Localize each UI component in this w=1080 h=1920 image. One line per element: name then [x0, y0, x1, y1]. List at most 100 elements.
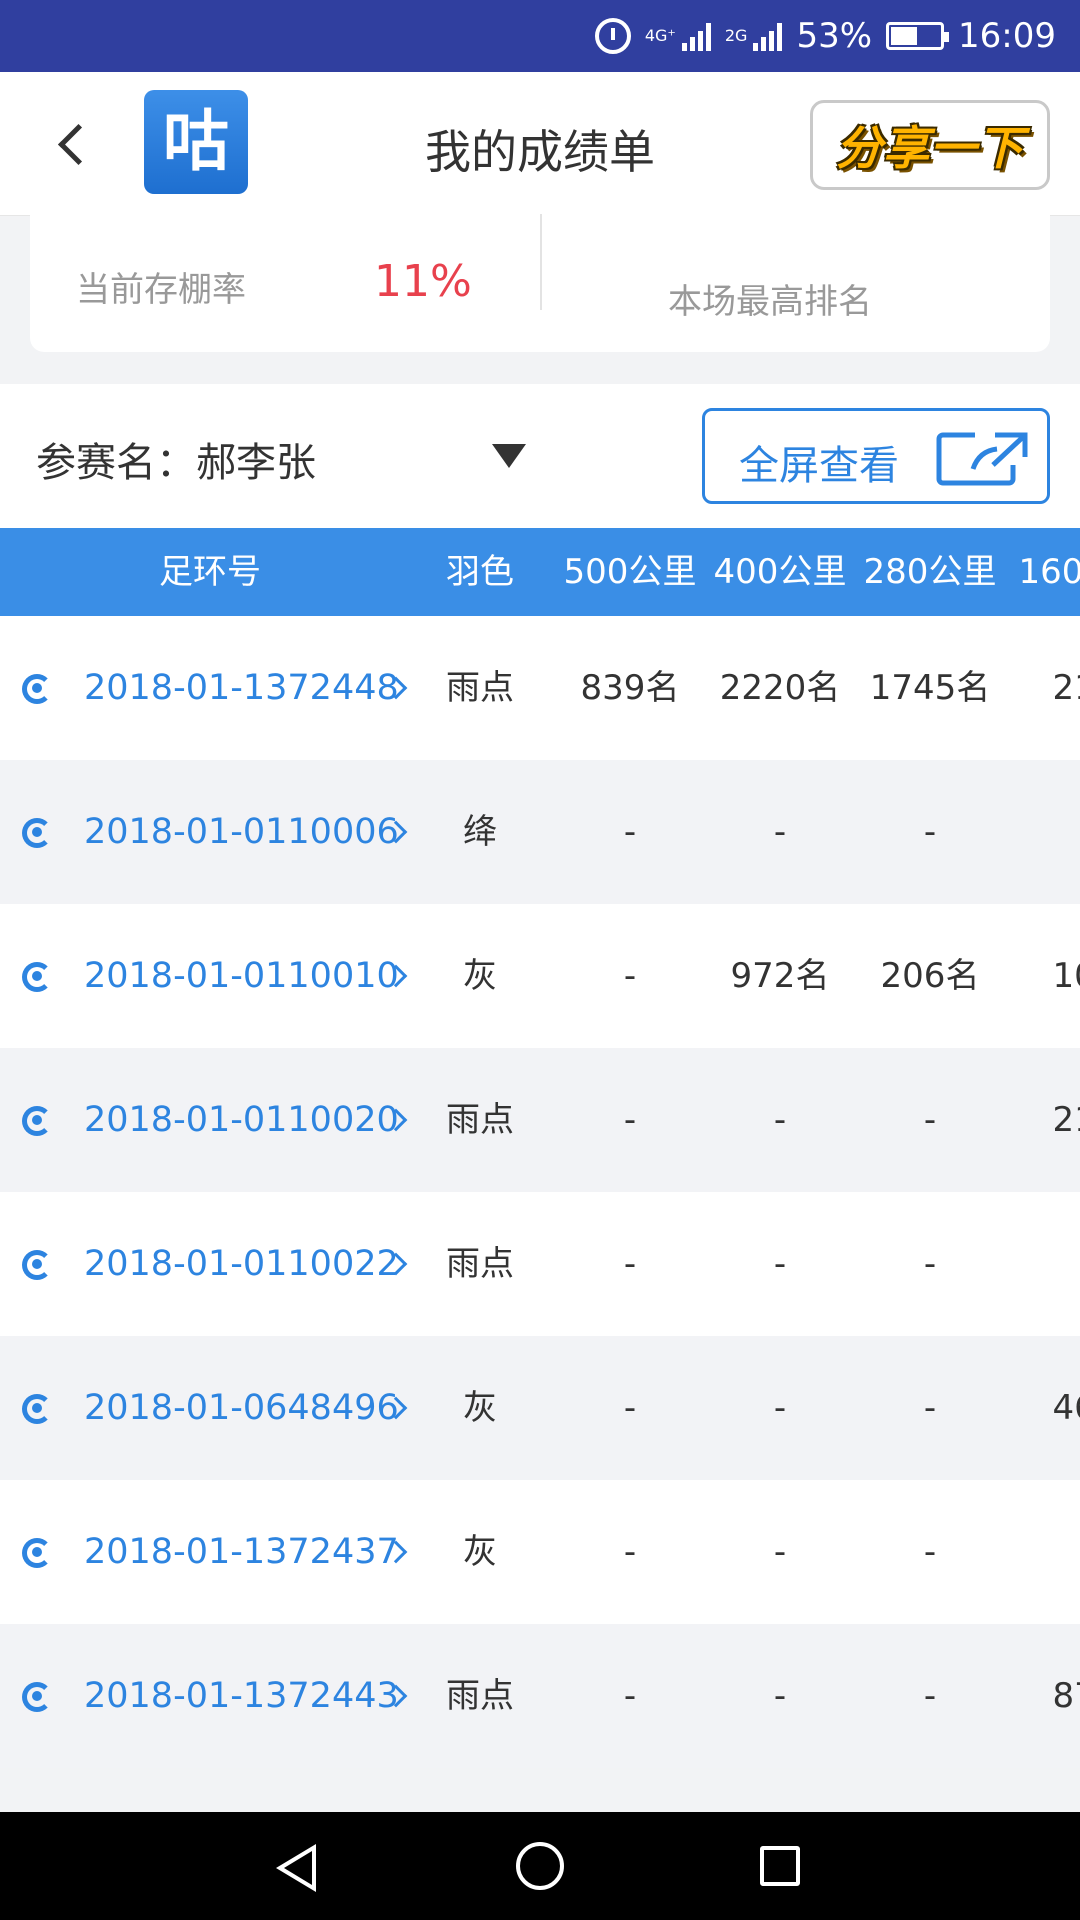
feather-color: 灰 — [463, 1532, 497, 1572]
col-280km[interactable]: 280公里 — [855, 528, 1005, 616]
table-header: 足环号 羽色 500公里 400公里 280公里 160公里 — [0, 528, 1080, 616]
stats-card: 当前存棚率 11% 本场最高排名 — [30, 200, 1050, 352]
system-nav-bar — [0, 1812, 1080, 1920]
fullscreen-button[interactable]: 全屏查看 — [702, 408, 1050, 504]
rank-500km: - — [623, 1676, 637, 1716]
rank-500km: - — [623, 1388, 637, 1428]
rank-400km: 972名 — [730, 956, 830, 996]
table-row[interactable]: 2018-01-0110006 绛 - - - - — [0, 760, 1080, 904]
rank-400km: - — [773, 812, 787, 852]
feather-color: 雨点 — [446, 668, 514, 708]
ring-number-link[interactable]: 2018-01-0648496 — [84, 1336, 399, 1480]
rank-500km: - — [623, 1244, 637, 1284]
rank-500km: - — [623, 1532, 637, 1572]
ring-number-link[interactable]: 2018-01-0110010 — [84, 904, 399, 1048]
app-screen: 4G⁺ 2G 53% 16:09 咕 我的成绩单 分享一下 当前存棚率 11% … — [0, 0, 1080, 1920]
stock-rate-label: 当前存棚率 — [76, 270, 246, 310]
ring-number-link[interactable]: 2018-01-0110020 — [84, 1048, 399, 1192]
dropdown-arrow-icon[interactable] — [492, 444, 526, 468]
signal-icon — [681, 21, 711, 51]
ring-icon — [22, 674, 52, 704]
signal-icon-2 — [753, 21, 783, 51]
ring-number-link[interactable]: 2018-01-1372443 — [84, 1624, 399, 1768]
rank-280km: 206名 — [880, 956, 980, 996]
network-type-2: 2G — [724, 26, 748, 45]
col-ring[interactable]: 足环号 — [0, 528, 420, 616]
ring-number-link[interactable]: 2018-01-1372448 — [84, 616, 399, 760]
rank-280km: - — [923, 1244, 937, 1284]
table-row[interactable]: 2018-01-0110020 雨点 - - - 212 — [0, 1048, 1080, 1192]
feather-color: 灰 — [463, 956, 497, 996]
share-button[interactable]: 分享一下 — [810, 100, 1050, 190]
clock: 16:09 — [958, 16, 1056, 56]
best-rank-label: 本场最高排名 — [668, 282, 872, 322]
rank-400km: 2220名 — [719, 668, 841, 708]
entrant-selector[interactable]: 参赛名：郝李张 — [36, 430, 316, 488]
table-row[interactable]: 2018-01-1372443 雨点 - - - 878 — [0, 1624, 1080, 1768]
ring-icon — [22, 962, 52, 992]
app-header: 咕 我的成绩单 分享一下 — [0, 72, 1080, 216]
col-400km[interactable]: 400公里 — [705, 528, 855, 616]
rank-500km: - — [623, 956, 637, 996]
rank-500km: - — [623, 812, 637, 852]
external-open-icon — [936, 432, 1028, 486]
battery-icon — [886, 22, 950, 50]
ring-number-link[interactable]: 2018-01-0110006 — [84, 760, 399, 904]
feather-color: 绛 — [463, 812, 497, 852]
stock-rate-value: 11% — [374, 256, 472, 307]
ring-number-link[interactable]: 2018-01-1372437 — [84, 1480, 399, 1624]
share-label: 分享一下 — [836, 121, 1024, 175]
feather-color: 雨点 — [446, 1676, 514, 1716]
feather-color: 雨点 — [446, 1100, 514, 1140]
table-row[interactable]: 2018-01-1372437 灰 - - - - — [0, 1480, 1080, 1624]
alarm-icon — [594, 18, 631, 54]
nav-recents-icon[interactable] — [760, 1846, 800, 1886]
ring-icon — [22, 1682, 52, 1712]
rank-400km: - — [773, 1100, 787, 1140]
rank-500km: - — [623, 1100, 637, 1140]
rank-280km: - — [923, 1100, 937, 1140]
ring-icon — [22, 1394, 52, 1424]
nav-back-icon[interactable] — [276, 1844, 316, 1892]
rank-160km: 463 — [1052, 1388, 1080, 1428]
rank-280km: - — [923, 1676, 937, 1716]
nav-home-icon[interactable] — [516, 1842, 564, 1890]
rank-160km: 100 — [1052, 956, 1080, 996]
fullscreen-label: 全屏查看 — [739, 443, 899, 489]
ring-icon — [22, 818, 52, 848]
table-row[interactable]: 2018-01-0110022 雨点 - - - - — [0, 1192, 1080, 1336]
rank-280km: - — [923, 1388, 937, 1428]
rank-400km: - — [773, 1676, 787, 1716]
rank-280km: - — [923, 812, 937, 852]
ring-icon — [22, 1250, 52, 1280]
battery-percent: 53% — [796, 16, 873, 56]
ring-icon — [22, 1538, 52, 1568]
table-row[interactable]: 2018-01-0648496 灰 - - - 463 — [0, 1336, 1080, 1480]
rank-400km: - — [773, 1244, 787, 1284]
stats-divider — [540, 214, 542, 310]
status-bar: 4G⁺ 2G 53% 16:09 — [0, 0, 1080, 72]
rank-160km: 878 — [1052, 1676, 1080, 1716]
rank-500km: 839名 — [580, 668, 680, 708]
results-table: 2018-01-1372448 雨点 839名 2220名 1745名 216 … — [0, 616, 1080, 1768]
col-160km[interactable]: 160公里 — [1010, 528, 1080, 616]
rank-400km: - — [773, 1388, 787, 1428]
status-icons: 4G⁺ 2G 53% 16:09 — [594, 0, 1056, 72]
rank-280km: 1745名 — [869, 668, 991, 708]
feather-color: 灰 — [463, 1388, 497, 1428]
rank-160km: 216 — [1052, 668, 1080, 708]
rank-400km: - — [773, 1532, 787, 1572]
table-row[interactable]: 2018-01-0110010 灰 - 972名 206名 100 — [0, 904, 1080, 1048]
col-color[interactable]: 羽色 — [420, 528, 540, 616]
ring-number-link[interactable]: 2018-01-0110022 — [84, 1192, 399, 1336]
filter-bar: 参赛名：郝李张 全屏查看 — [0, 384, 1080, 528]
table-row[interactable]: 2018-01-1372448 雨点 839名 2220名 1745名 216 — [0, 616, 1080, 760]
rank-160km: - — [1010, 760, 1080, 904]
col-500km[interactable]: 500公里 — [555, 528, 705, 616]
rank-160km: - — [1010, 1192, 1080, 1336]
feather-color: 雨点 — [446, 1244, 514, 1284]
rank-160km: 212 — [1052, 1100, 1080, 1140]
ring-icon — [22, 1106, 52, 1136]
network-type-1: 4G⁺ — [644, 26, 676, 45]
rank-280km: - — [923, 1532, 937, 1572]
